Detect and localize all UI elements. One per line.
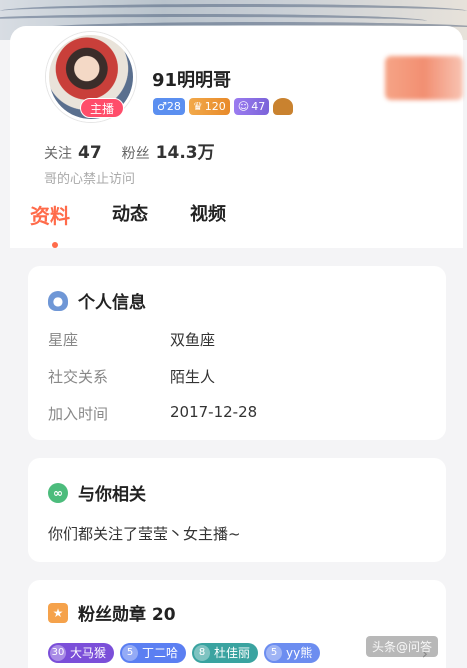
medal-name: 丁二哈	[142, 646, 179, 660]
profile-tabs: 资料 动态 视频	[30, 200, 226, 229]
info-row-constellation: 星座 双鱼座	[48, 329, 426, 350]
wealth-level-value: 120	[204, 100, 226, 113]
badge-row: ♂28 ♛ 120 ☺ 47	[153, 98, 294, 115]
user-level-badge[interactable]: ☺ 47	[233, 98, 270, 115]
info-value: 双鱼座	[170, 331, 216, 349]
tab-moments[interactable]: 动态	[112, 200, 148, 229]
watermark: 头条@问答	[366, 636, 439, 657]
fan-medals-heading: 粉丝勋章 20	[78, 605, 176, 625]
info-key: 社交关系	[48, 368, 109, 386]
medal-level: 5	[266, 645, 283, 661]
noble-crown-icon[interactable]	[273, 98, 294, 115]
medal-level: 8	[194, 645, 211, 661]
link-icon: ∞	[48, 482, 68, 503]
medal-name: 杜佳丽	[214, 646, 251, 660]
bio-text: 哥的心禁止访问	[44, 172, 136, 187]
fan-medal[interactable]: 30 大马猴	[48, 643, 115, 663]
info-key: 加入时间	[48, 405, 109, 423]
fan-medal[interactable]: 5 yy熊	[264, 643, 321, 663]
follow-stats: 关注 47 粉丝 14.3万	[44, 138, 229, 163]
personal-info-card: ● 个人信息 星座 双鱼座 社交关系 陌生人 加入时间 2017-12-28	[28, 266, 446, 440]
wealth-level-badge[interactable]: ♛ 120	[188, 98, 230, 115]
robot-icon: ☺	[237, 100, 250, 113]
info-value: 陌生人	[170, 368, 216, 386]
live-badge: 主播	[80, 98, 124, 118]
active-tab-indicator	[52, 242, 58, 248]
personal-info-title: ● 个人信息	[48, 288, 426, 313]
medal-icon: ★	[48, 602, 68, 623]
info-row-join-date: 加入时间 2017-12-28	[48, 403, 426, 424]
fan-medals-title: ★ 粉丝勋章 20	[48, 600, 426, 625]
medal-name: 大马猴	[70, 646, 107, 660]
related-heading: 与你相关	[78, 485, 146, 505]
medal-name: yy熊	[286, 646, 313, 660]
follow-count[interactable]: 47	[78, 143, 102, 163]
fans-count[interactable]: 14.3万	[156, 138, 215, 163]
user-level-value: 47	[251, 100, 266, 113]
blurred-region	[385, 56, 463, 100]
personal-info-heading: 个人信息	[78, 293, 146, 313]
fans-label[interactable]: 粉丝	[122, 143, 150, 163]
person-icon: ●	[48, 290, 68, 311]
info-value: 2017-12-28	[170, 403, 258, 421]
follow-label[interactable]: 关注	[44, 143, 72, 163]
crown-icon: ♛	[192, 100, 203, 113]
medal-level: 5	[122, 645, 139, 661]
fan-medal[interactable]: 8 杜佳丽	[192, 643, 259, 663]
related-title: ∞ 与你相关	[48, 480, 426, 505]
related-card: ∞ 与你相关 你们都关注了莹莹丶女主播~	[28, 458, 446, 562]
medal-level: 30	[50, 645, 66, 661]
tab-videos[interactable]: 视频	[190, 200, 226, 229]
related-text: 你们都关注了莹莹丶女主播~	[48, 525, 241, 543]
fan-medal[interactable]: 5 丁二哈	[120, 643, 187, 663]
info-key: 星座	[48, 331, 79, 349]
info-row-social: 社交关系 陌生人	[48, 366, 426, 387]
nickname: 91明明哥	[152, 70, 232, 91]
tab-profile-info[interactable]: 资料	[30, 200, 70, 229]
gender-age-badge: ♂28	[153, 98, 185, 115]
